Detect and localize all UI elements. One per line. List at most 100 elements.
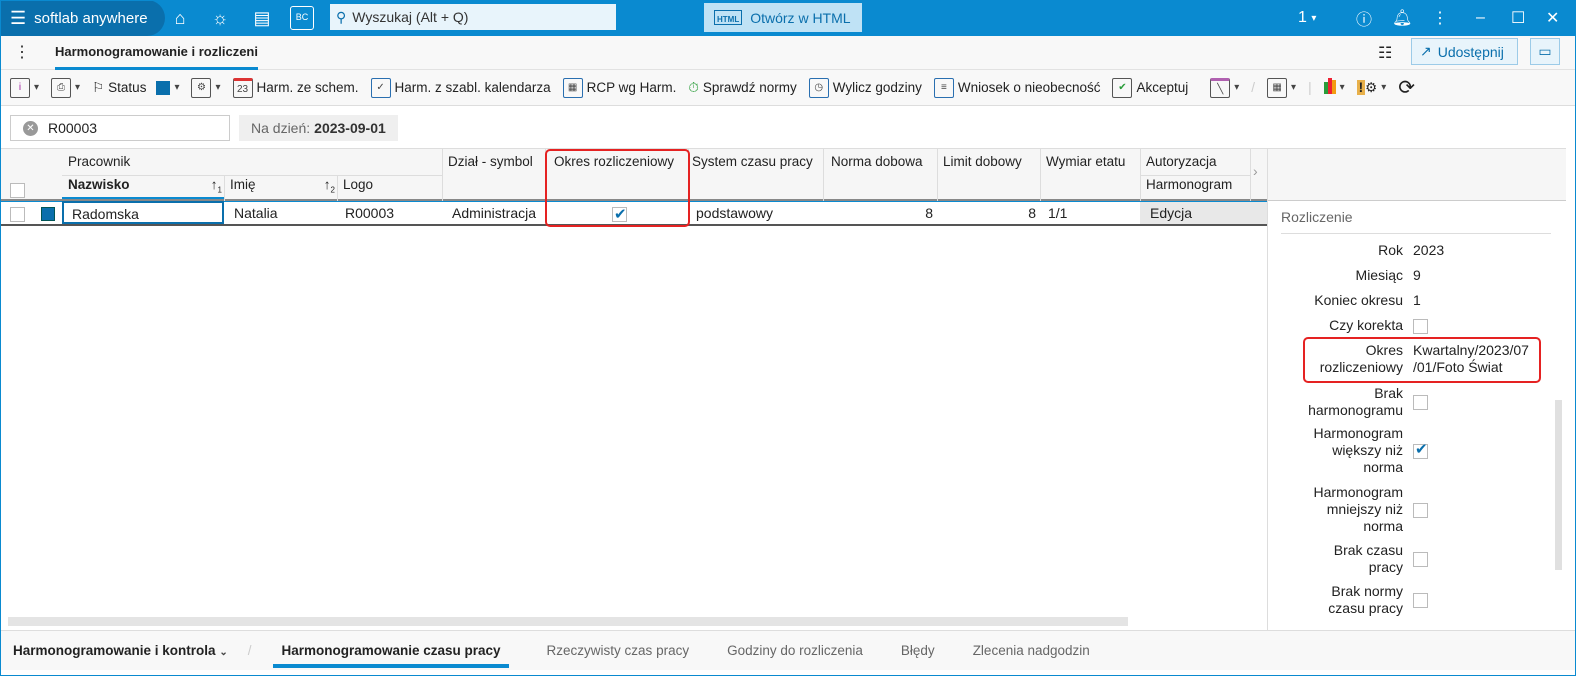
open-html-button[interactable]: HTML Otwórz w HTML — [704, 3, 862, 32]
html-icon: HTML — [714, 10, 743, 25]
bottom-group-dropdown[interactable]: Harmonogramowanie i kontrola ⌄ — [13, 643, 228, 658]
label-korekta: Czy korekta — [1329, 317, 1403, 333]
wniosek-button[interactable]: ≡ Wniosek o nieobecność — [933, 77, 1100, 98]
header-imie[interactable]: Imię ↑2 — [224, 177, 337, 199]
filter-input[interactable]: ✕ R00003 — [10, 115, 230, 141]
value-koniec: 1 — [1413, 292, 1421, 308]
label-brak-normy-1: Brak normy — [1331, 583, 1403, 599]
akceptuj-label: Akceptuj — [1136, 80, 1189, 95]
session-count: 1 — [1298, 9, 1307, 26]
bc-icon[interactable]: BC — [290, 6, 314, 30]
cell-harmonogram[interactable]: Edycja — [1140, 202, 1267, 224]
grid-horizontal-scrollbar[interactable] — [8, 617, 1128, 626]
share-label: Udostępnij — [1437, 43, 1504, 60]
cell-dzial[interactable]: Administracja — [444, 202, 536, 224]
checkbox-brak-czasu[interactable] — [1413, 552, 1428, 568]
print-button[interactable]: ⎙ ▾ — [51, 77, 80, 98]
checkbox-brak-harmonogramu[interactable] — [1413, 395, 1428, 411]
tab-harmonogramowanie[interactable]: Harmonogramowanie i rozliczeni — [55, 44, 258, 70]
cell-system[interactable]: podstawowy — [688, 202, 773, 224]
date-filter[interactable]: Na dzień: 2023-09-01 — [239, 115, 398, 141]
checkbox-korekta[interactable] — [1413, 318, 1428, 334]
edit-doc-button[interactable]: ╲ ▾ — [1210, 77, 1239, 98]
header-dzial[interactable]: Dział - symbol — [442, 154, 533, 169]
label-wiekszy-2: większy niż — [1332, 442, 1403, 458]
header-limit[interactable]: Limit dobowy — [937, 154, 1022, 169]
close-button[interactable]: ✕ — [1546, 0, 1559, 36]
news-icon[interactable]: ▤ — [250, 6, 274, 30]
comment-icon[interactable]: ▭ — [1530, 38, 1560, 65]
search-placeholder: Wyszukaj (Alt + Q) — [352, 9, 469, 25]
scroll-right-icon[interactable]: › — [1253, 163, 1258, 179]
status-button[interactable]: ⚐ Status ▾ — [92, 80, 179, 96]
cell-wymiar[interactable]: 1/1 — [1040, 202, 1067, 224]
checkbox-brak-normy[interactable] — [1413, 593, 1428, 609]
doc-settings-button[interactable]: ⚙ ▾ — [191, 77, 221, 98]
header-system[interactable]: System czasu pracy — [686, 154, 813, 169]
refresh-icon: ⟳ — [1398, 77, 1416, 99]
tree-view-icon[interactable]: ☷ — [1378, 43, 1392, 63]
accept-icon: ✔ — [1112, 77, 1133, 98]
label-mniejszy-2: mniejszy niż — [1326, 501, 1403, 517]
wylicz-godziny-button[interactable]: ◷ Wylicz godziny — [808, 77, 922, 98]
cell-norma[interactable]: 8 — [823, 202, 933, 224]
tab-rzeczywisty-czas[interactable]: Rzeczywisty czas pracy — [547, 633, 690, 668]
label-brak-harm-2: harmonogramu — [1308, 402, 1403, 418]
label-mniejszy-3: norma — [1363, 518, 1403, 534]
rcp-button[interactable]: ▦ RCP wg Harm. — [562, 77, 676, 98]
refresh-button[interactable]: ⟳ — [1398, 75, 1415, 100]
tab-harmonogramowanie-czasu[interactable]: Harmonogramowanie czasu pracy — [273, 633, 509, 668]
home-icon[interactable]: ⌂ — [168, 6, 192, 30]
bar-chart-icon — [1323, 78, 1336, 97]
header-autoryzacja: Autoryzacja — [1146, 154, 1217, 169]
calendar-check-icon: ✓ — [370, 77, 391, 98]
clear-filter-icon[interactable]: ✕ — [23, 120, 38, 136]
header-harmonogram[interactable]: Harmonogram — [1140, 177, 1232, 192]
checkbox-wiekszy[interactable] — [1413, 441, 1428, 459]
checkbox-mniejszy[interactable] — [1413, 502, 1428, 518]
panel-scrollbar[interactable] — [1555, 400, 1562, 570]
header-logo[interactable]: Logo — [337, 177, 373, 192]
status-label: Status — [108, 80, 147, 95]
harm-ze-schem-button[interactable]: 23 Harm. ze schem. — [232, 77, 359, 98]
akceptuj-button[interactable]: ✔ Akceptuj — [1112, 77, 1189, 98]
chart-button[interactable]: ▾ — [1323, 78, 1345, 97]
help-icon[interactable]: ⓘ — [1356, 0, 1372, 36]
harm-szabl-button[interactable]: ✓ Harm. z szabl. kalendarza — [370, 77, 551, 98]
more-icon[interactable]: ⋮ — [1432, 0, 1448, 36]
header-norma[interactable]: Norma dobowa — [825, 154, 923, 169]
cell-limit[interactable]: 8 — [937, 202, 1036, 224]
toolbar-separator: / — [1251, 80, 1256, 95]
select-all-checkbox[interactable] — [10, 181, 25, 198]
minimize-button[interactable]: – — [1476, 0, 1485, 36]
value-rok: 2023 — [1413, 242, 1445, 258]
sort-asc-icon: ↑2 — [323, 177, 335, 195]
details-panel: Rozliczenie Rok 2023 Miesiąc 9 Koniec okre… — [1267, 148, 1566, 630]
info-doc-button[interactable]: i ▾ — [10, 77, 39, 98]
header-nazwisko[interactable]: Nazwisko ↑1 — [62, 177, 224, 199]
share-button[interactable]: ↗ Udostępnij — [1411, 38, 1518, 65]
document-strike-icon: ╲ — [1210, 77, 1231, 98]
tab-zlecenia-nadgodzin[interactable]: Zlecenia nadgodzin — [973, 633, 1090, 668]
sprawdz-normy-button[interactable]: ⏱ Sprawdź normy — [688, 80, 796, 96]
tab-menu-icon[interactable]: ⋮ — [14, 42, 30, 62]
session-dropdown[interactable]: 1 ▾ — [1298, 0, 1316, 36]
bell-icon[interactable]: 🔔︎ — [1392, 0, 1412, 36]
cell-nazwisko[interactable]: Radomska — [62, 201, 224, 224]
calculate-hours-icon: ◷ — [808, 77, 829, 98]
row-checkbox[interactable] — [2, 202, 25, 224]
lightbulb-icon[interactable]: ☼ — [208, 6, 232, 30]
warning-settings-button[interactable]: ! ⚙ ▾ — [1356, 79, 1386, 96]
tab-bledy[interactable]: Błędy — [901, 633, 935, 668]
search-input[interactable]: ⚲ Wyszukaj (Alt + Q) — [330, 4, 616, 30]
app-menu-button[interactable]: ☰ softlab anywhere — [0, 0, 165, 36]
cell-imie[interactable]: Natalia — [226, 202, 278, 224]
highlight-okres-column — [545, 149, 690, 227]
date-value: 2023-09-01 — [314, 120, 386, 136]
cell-logo[interactable]: R00003 — [337, 202, 394, 224]
color-swatch-icon — [156, 80, 171, 95]
maximize-button[interactable]: ☐ — [1511, 0, 1525, 36]
calc-doc-button[interactable]: ▦ ▾ — [1267, 77, 1296, 98]
tab-godziny-do-rozliczenia[interactable]: Godziny do rozliczenia — [727, 633, 863, 668]
header-wymiar[interactable]: Wymiar etatu — [1040, 154, 1125, 169]
